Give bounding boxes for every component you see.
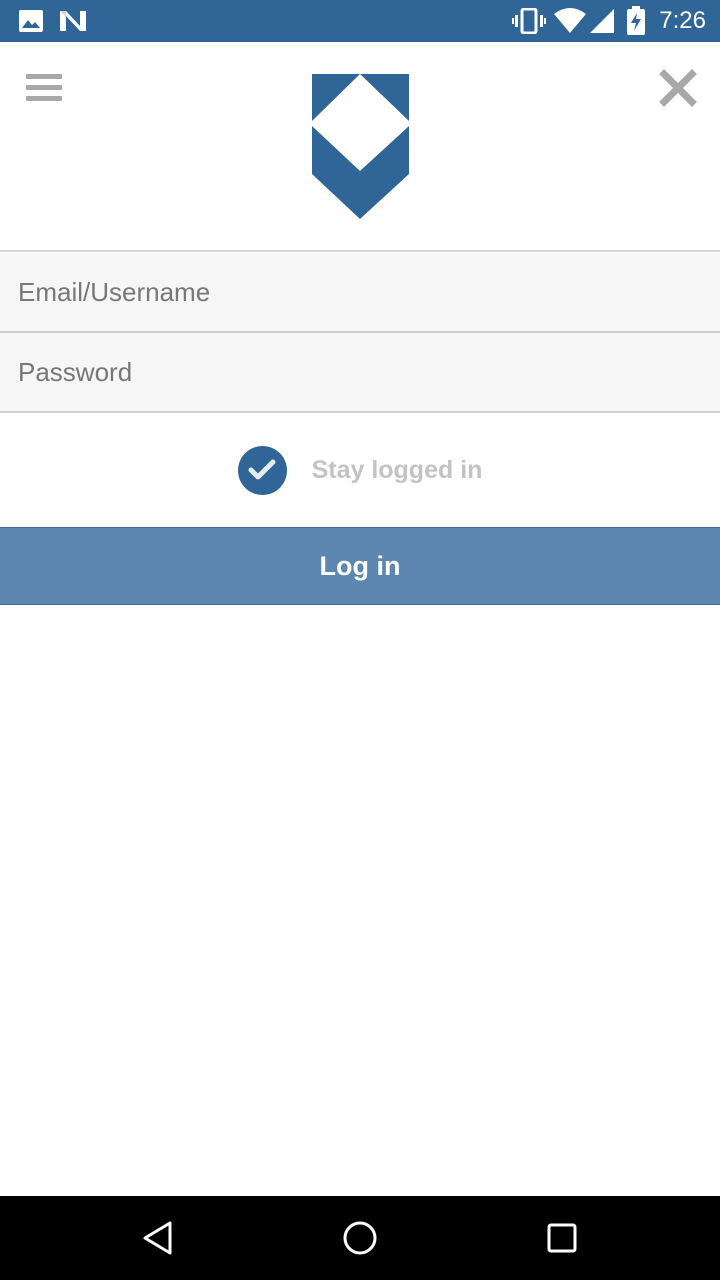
login-button[interactable]: Log in (0, 527, 720, 605)
vibrate-icon (512, 0, 546, 42)
hamburger-menu-icon[interactable] (22, 70, 66, 110)
system-nav-bar (0, 1196, 720, 1280)
email-username-input[interactable] (0, 253, 720, 331)
signal-icon (590, 0, 614, 42)
close-icon[interactable] (656, 66, 700, 110)
app-header (0, 42, 720, 252)
shield-logo (312, 74, 409, 219)
wifi-icon (554, 0, 586, 42)
home-icon[interactable] (320, 1196, 400, 1280)
stay-logged-in-row: Stay logged in (0, 414, 720, 526)
email-field-container (0, 253, 720, 333)
clock-time: 7:26 (659, 7, 706, 34)
password-input[interactable] (0, 333, 720, 411)
n-icon (58, 0, 88, 42)
recents-icon[interactable] (522, 1196, 602, 1280)
back-icon[interactable] (118, 1196, 198, 1280)
image-icon (18, 0, 44, 42)
stay-logged-in-label[interactable]: Stay logged in (312, 456, 483, 485)
stay-logged-in-checkbox[interactable] (237, 445, 287, 495)
checkmark-icon (248, 459, 276, 480)
password-field-container (0, 333, 720, 413)
battery-icon (626, 0, 646, 42)
status-bar: 7:26 (0, 0, 720, 42)
